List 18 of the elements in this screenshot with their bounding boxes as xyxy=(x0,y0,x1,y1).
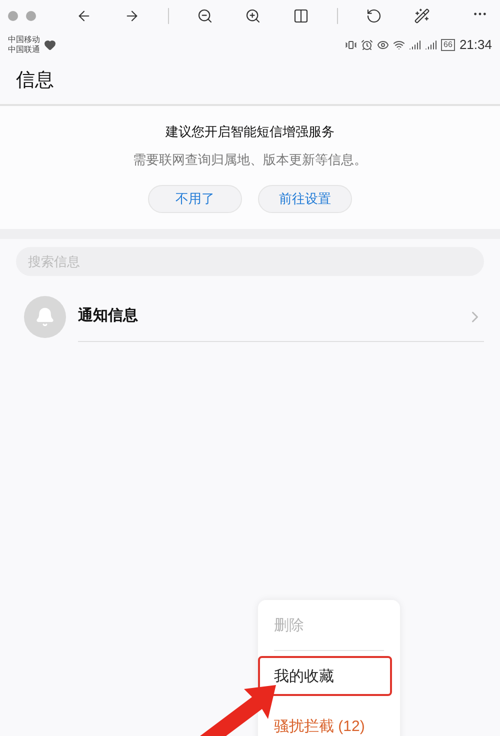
carrier-name: 中国移动 xyxy=(8,35,40,45)
avatar-icon xyxy=(24,296,66,338)
eye-icon xyxy=(376,39,389,51)
heart-icon xyxy=(44,39,56,51)
menu-item[interactable]: 骚扰拦截 (12) xyxy=(274,718,365,734)
banner-heading: 建议您开启智能短信增强服务 xyxy=(166,123,334,141)
battery-level: 66 xyxy=(440,39,456,51)
vibrate-icon xyxy=(344,39,357,51)
page-title: 信息 xyxy=(16,68,54,93)
alarm-icon xyxy=(360,39,373,51)
carrier-name: 中国联通 xyxy=(8,45,40,55)
menu-item[interactable]: 我的收藏 xyxy=(274,668,334,684)
menu-item[interactable]: 删除 xyxy=(274,617,304,634)
conversation-item[interactable]: 通知信息 xyxy=(78,292,484,342)
clock-time: 21:34 xyxy=(459,36,492,54)
banner-text: 需要联网查询归属地、版本更新等信息。 xyxy=(133,150,367,168)
pill-button[interactable]: 前往设置 xyxy=(258,185,352,213)
pill-button[interactable]: 不用了 xyxy=(148,185,242,213)
